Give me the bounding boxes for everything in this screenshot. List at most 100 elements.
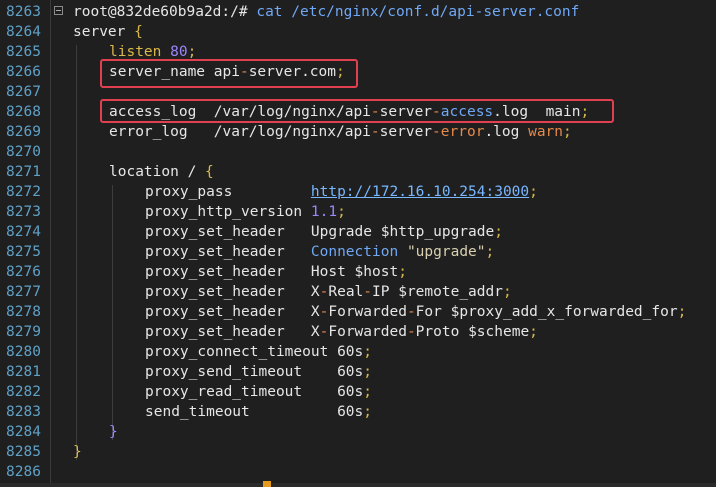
code-token: $proxy_add_x_forwarded_for [450,304,678,320]
fold-toggle-icon[interactable] [54,6,63,15]
code-token: proxy_set_header [145,264,285,280]
shell-prompt: root@832de60b9a2d:/# [73,4,248,20]
code-line: proxy_set_header X-Forwarded-For $proxy_… [145,302,686,322]
code-token: Upgrade [310,224,372,240]
line-number: 8265 [6,44,41,60]
code-token: X [310,324,320,340]
code-token: ; [337,204,346,220]
code-token: "upgrade" [406,244,486,260]
code-token: warn [528,124,564,140]
command-line: root@832de60b9a2d:/# cat /etc/nginx/conf… [73,2,579,22]
code-token: ; [494,224,503,240]
code-token: proxy_set_header [145,224,285,240]
code-token: { [205,164,214,180]
code-token: 60s [337,384,364,400]
code-token: / [187,164,197,180]
code-token: { [134,24,143,40]
code-token: send_timeout [145,404,250,420]
scrollbar-track[interactable] [0,483,716,487]
code-line: send_timeout 60s; [145,402,372,422]
line-number: 8283 [6,404,41,420]
line-number: 8279 [6,324,41,340]
line-number: 8278 [6,304,41,320]
code-token: Real [328,284,364,300]
code-line: } [73,442,82,462]
code-token: - [406,304,416,320]
code-token: proxy_set_header [145,304,285,320]
code-token: - [406,324,416,340]
code-token: - [370,124,380,140]
line-number: 8266 [6,64,41,80]
code-token: ; [363,344,372,360]
text-cursor [263,481,271,487]
code-token: 60s [337,404,364,420]
gutter-separator [50,0,51,487]
line-number: 8267 [6,84,41,100]
code-token: X [310,284,320,300]
code-token: proxy_connect_timeout [145,344,329,360]
code-line: proxy_read_timeout 60s; [145,382,372,402]
line-number: 8282 [6,384,41,400]
indent-guide [76,45,77,460]
code-token: 60s [337,364,364,380]
code-line: proxy_set_header X-Forwarded-Proto $sche… [145,322,538,342]
code-token: ; [187,44,197,60]
code-token: proxy_http_version [145,204,303,220]
line-number: 8275 [6,244,41,260]
code-token: listen [109,44,162,60]
code-token: ; [502,284,512,300]
code-line: server { [73,22,143,42]
code-token: Proto [415,324,460,340]
line-number: 8274 [6,224,41,240]
code-token: ; [398,264,407,280]
code-token: ; [529,184,538,200]
line-number: 8280 [6,344,41,360]
code-token: For [415,304,442,320]
code-token: $remote_addr [398,284,503,300]
terminal-window[interactable]: 8263 8264 8265 8266 8267 8268 8269 8270 … [0,0,716,487]
code-line: proxy_send_timeout 60s; [145,362,372,382]
code-token: Host [310,264,346,280]
code-line: proxy_set_header Host $host; [145,262,407,282]
code-token: Forwarded [328,324,407,340]
code-line: proxy_set_header X-Real-IP $remote_addr; [145,282,512,302]
code-token: .log [484,124,520,140]
code-token: proxy_send_timeout [145,364,303,380]
code-line: proxy_connect_timeout 60s; [145,342,372,362]
code-token: /var/log/nginx/api [213,124,371,140]
code-token: proxy_set_header [145,324,285,340]
code-token: - [363,284,373,300]
code-token: ; [485,244,495,260]
code-line: proxy_set_header Upgrade $http_upgrade; [145,222,503,242]
code-token: proxy_set_header [145,284,285,300]
highlight-box-server-name [100,59,358,88]
line-number: 8281 [6,364,41,380]
line-number: 8271 [6,164,41,180]
line-number: 8263 [6,4,41,20]
line-number: 8273 [6,204,41,220]
code-token: server [379,124,433,140]
line-number: 8268 [6,104,41,120]
line-number: 8277 [6,284,41,300]
code-token: IP [372,284,390,300]
code-token: ; [363,404,373,420]
code-token: $host [354,264,399,280]
shell-command: cat /etc/nginx/conf.d/api-server.conf [256,4,580,20]
code-token: ; [677,304,687,320]
code-token: error_log [109,124,188,140]
code-token: Forwarded [328,304,407,320]
code-token: 60s [337,344,364,360]
code-token: Connection [310,244,399,260]
line-number: 8272 [6,184,41,200]
line-number: 8270 [6,144,41,160]
code-token: - [432,124,441,140]
proxy-pass-link[interactable]: http://172.16.10.254:3000 [311,184,529,200]
code-token: location [109,164,179,180]
code-line: proxy_http_version 1.1; [145,202,346,222]
line-number: 8269 [6,124,41,140]
indent-guide [112,185,113,440]
code-line: proxy_pass http://172.16.10.254:3000; [145,182,538,202]
code-token: X [310,304,320,320]
code-token: proxy_pass [145,184,233,200]
code-token: proxy_read_timeout [145,384,303,400]
